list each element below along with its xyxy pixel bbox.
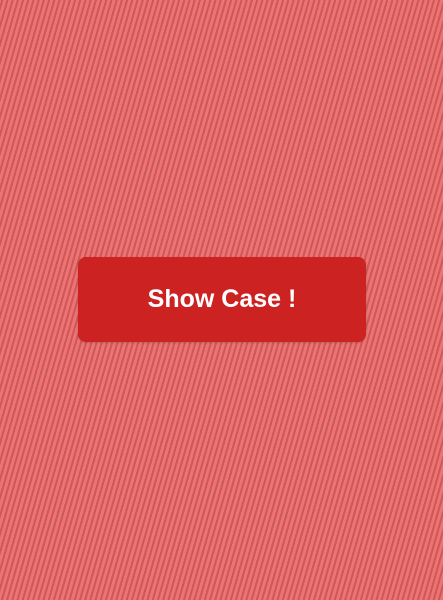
- show-case-button[interactable]: Show Case !: [78, 257, 366, 342]
- striped-background: Show Case !: [0, 0, 443, 600]
- show-case-button-label: Show Case !: [147, 285, 297, 313]
